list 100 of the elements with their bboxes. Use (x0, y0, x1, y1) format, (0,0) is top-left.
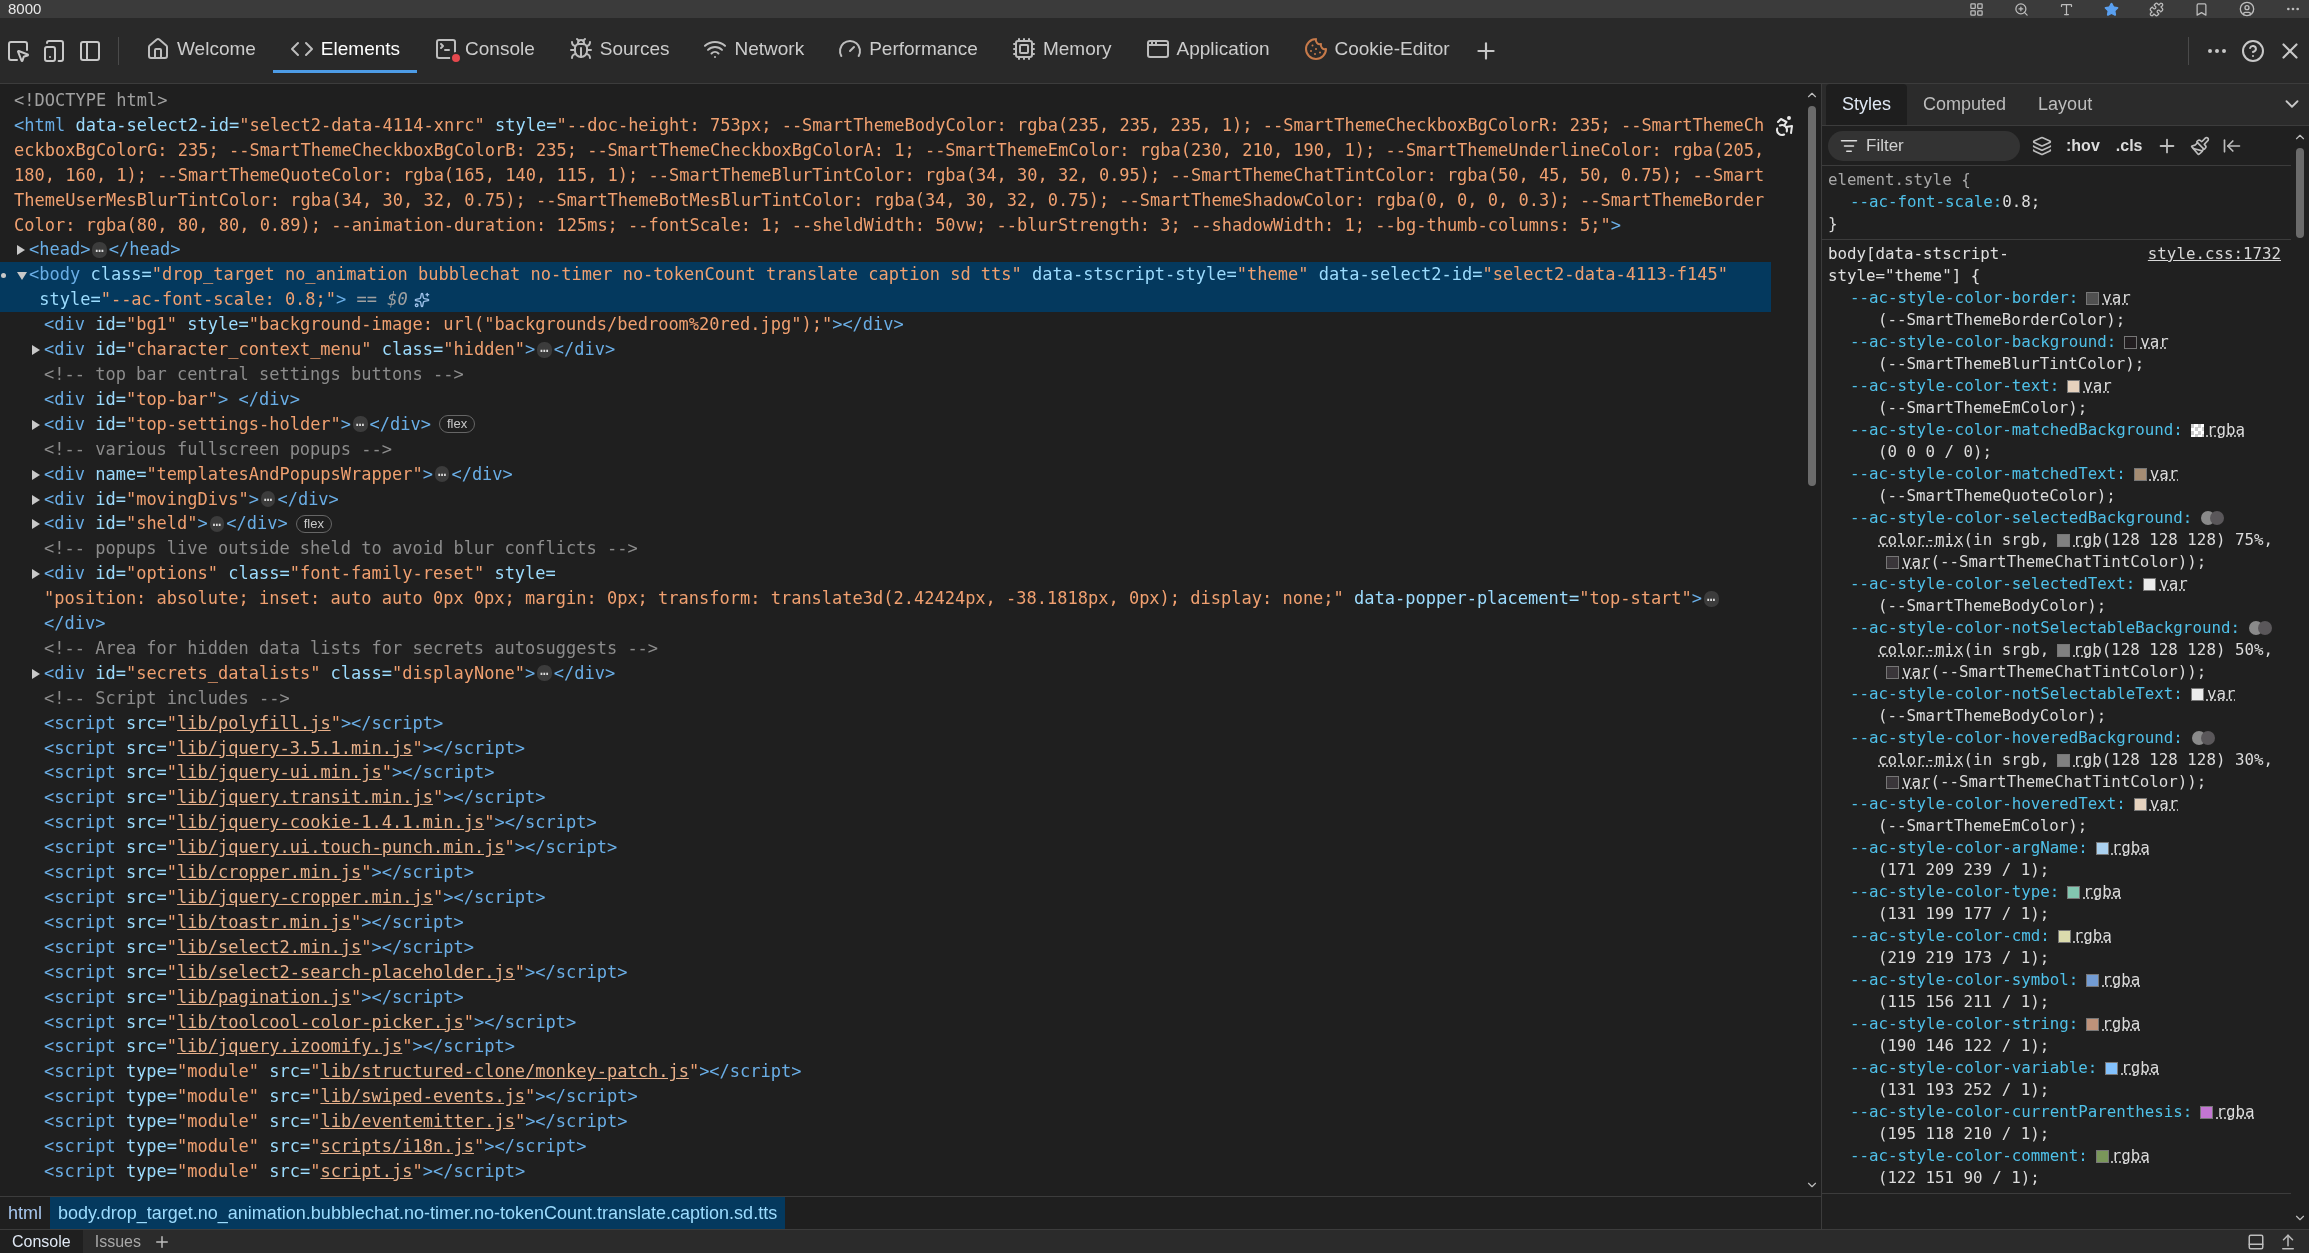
color-swatch[interactable] (2057, 753, 2071, 767)
source-link[interactable]: scripts/i18n.js (320, 1134, 474, 1159)
color-mix-icon[interactable] (2190, 730, 2217, 746)
dom-tree-row[interactable]: <script src="lib/polyfill.js"></script> (0, 710, 1771, 736)
address-text[interactable]: 8000 (8, 0, 42, 18)
paintbrush-icon[interactable] (2190, 135, 2211, 156)
dom-tree-row[interactable]: <script src="lib/jquery.ui.touch-punch.min.js"></script> (0, 835, 1771, 861)
devtools-tab[interactable]: Console (417, 28, 552, 73)
source-link[interactable]: lib/select2-search-placeholder.js (177, 959, 515, 985)
dom-tree-row[interactable]: <script src="lib/select2.min.js"></script> (0, 934, 1771, 960)
dom-tree-row[interactable] (0, 262, 1771, 313)
dom-tree-row[interactable]: <script type="module" src="scripts/i18n.js"></script> (0, 1134, 1771, 1159)
source-link[interactable]: lib/structured-clone/monkey-patch.js (320, 1059, 689, 1085)
source-link[interactable]: lib/swiped-events.js (320, 1084, 526, 1110)
dom-tree-row[interactable]: <!-- various fullscreen popups --> (0, 436, 1771, 462)
star-icon[interactable] (2104, 1, 2119, 17)
drawer-tab[interactable]: Console (0, 1229, 83, 1253)
layers-icon[interactable] (2032, 135, 2052, 156)
source-link[interactable]: script.js (320, 1158, 413, 1184)
read-aloud-icon[interactable] (2059, 1, 2074, 17)
dom-tree-row[interactable]: <script type="module" src="script.js"></script> (0, 1158, 1771, 1184)
expand-arrow-icon[interactable] (32, 668, 40, 679)
expand-arrow-icon[interactable] (32, 345, 40, 356)
color-swatch[interactable] (2086, 1017, 2100, 1031)
devtools-tab[interactable]: Welcome (129, 28, 273, 73)
dom-tree-row[interactable]: <!-- Script includes --> (0, 685, 1771, 711)
color-swatch[interactable] (1886, 555, 1899, 569)
color-mix-icon[interactable] (2200, 510, 2227, 526)
drawer-tab[interactable]: Issues (82, 1229, 153, 1253)
dock-icon[interactable] (2247, 1232, 2265, 1251)
expand-arrow-icon[interactable] (32, 469, 40, 480)
color-swatch[interactable] (2095, 1149, 2109, 1163)
sparkle-icon[interactable] (413, 291, 430, 308)
dom-tree-row[interactable]: <script type="module" src="lib/swiped-events.js"></script> (0, 1084, 1771, 1110)
dom-tree-row[interactable]: <script src="lib/jquery.transit.min.js"></script> (0, 785, 1771, 811)
devtools-tab[interactable]: Elements (272, 28, 418, 73)
scrollbar-thumb[interactable] (1808, 106, 1816, 486)
color-swatch[interactable] (2105, 1061, 2119, 1075)
color-swatch[interactable] (2086, 291, 2100, 305)
source-link[interactable]: lib/cropper.min.js (177, 860, 362, 885)
dom-tree-row[interactable]: <script src="lib/jquery-ui.min.js"></script> (0, 760, 1771, 786)
bookmark-icon[interactable] (2194, 1, 2209, 17)
color-swatch[interactable] (1886, 775, 1899, 789)
collapse-arrow-icon[interactable] (17, 272, 27, 281)
source-link[interactable]: lib/jquery-cropper.min.js (177, 885, 433, 910)
source-link[interactable]: lib/toolcool-color-picker.js (177, 1009, 464, 1035)
color-swatch[interactable] (2057, 929, 2071, 943)
source-link[interactable]: lib/jquery-ui.min.js (177, 760, 382, 786)
source-link[interactable]: lib/toastr.min.js (177, 909, 352, 935)
source-link[interactable]: lib/eventemitter.js (320, 1109, 515, 1135)
source-link[interactable]: lib/polyfill.js (177, 710, 331, 736)
source-link[interactable]: lib/pagination.js (177, 984, 352, 1010)
dom-tree-row[interactable]: <!-- Area for hidden data lists for secrets autosuggests --> (0, 635, 1771, 661)
styles-pane-tab[interactable]: Styles (1826, 84, 1908, 125)
color-swatch[interactable] (2057, 643, 2071, 657)
color-swatch[interactable] (2133, 467, 2147, 481)
devtools-tab[interactable]: Memory (994, 28, 1129, 73)
devtools-tab[interactable]: Sources (551, 28, 687, 73)
devtools-tab[interactable]: Network (686, 28, 822, 73)
dom-tree-row[interactable]: <div id="secrets_datalists" class="displayNone"> ⋯ </div> (0, 660, 1771, 686)
color-mix-icon[interactable] (2247, 620, 2274, 636)
dom-tree-row[interactable]: <div id="top-settings-holder"> ⋯ </div> flex (0, 411, 1771, 437)
source-link[interactable]: lib/jquery.izoomify.js (177, 1034, 403, 1060)
profile-avatar-icon[interactable] (2239, 1, 2255, 17)
dom-tree-row[interactable]: <script type="module" src="lib/eventemitter.js"></script> (0, 1109, 1771, 1135)
source-link[interactable]: lib/jquery-cookie-1.4.1.min.js (177, 810, 485, 836)
breadcrumb[interactable]: html (0, 1196, 50, 1230)
dom-tree-row[interactable]: <script src="lib/select2-search-placeholder.js"></script> (0, 959, 1771, 985)
dom-tree-row[interactable]: <div name="templatesAndPopupsWrapper"> ⋯ </div> (0, 461, 1771, 487)
zoom-icon[interactable] (2014, 1, 2029, 17)
dom-tree-row[interactable]: <!-- popups live outside sheld to avoid blur conflicts --> (0, 536, 1771, 562)
filter-field[interactable]: Filter (1828, 130, 2020, 161)
styles-pane-tab[interactable]: Computed (1907, 84, 2023, 125)
color-swatch[interactable] (2133, 797, 2147, 811)
expand-drawer-icon[interactable] (2279, 1232, 2297, 1251)
expand-ellipsis-button[interactable]: ⋯ (434, 466, 450, 483)
color-swatch[interactable] (2124, 335, 2138, 349)
dom-tree-row[interactable]: <div id="bg1" style="background-image: url("backgrounds/bedroom%20red.jpg");"></div> (0, 312, 1771, 338)
source-link[interactable]: lib/jquery.transit.min.js (177, 785, 433, 811)
color-swatch[interactable] (2067, 379, 2081, 393)
expand-arrow-icon[interactable] (32, 494, 40, 505)
source-link[interactable]: lib/select2.min.js (177, 934, 362, 960)
expand-ellipsis-button[interactable]: ⋯ (209, 515, 225, 532)
expand-ellipsis-button[interactable]: ⋯ (92, 241, 107, 258)
dom-tree-row[interactable]: <script src="lib/jquery-3.5.1.min.js"></script> (0, 735, 1771, 761)
dom-tree-row[interactable]: <script src="lib/cropper.min.js"></script> (0, 860, 1771, 885)
color-swatch[interactable] (2067, 885, 2081, 899)
devtools-tab[interactable]: Application (1128, 28, 1287, 73)
dom-tree-row[interactable]: <script src="lib/jquery.izoomify.js"></script> (0, 1034, 1771, 1060)
dom-tree-row[interactable]: <script src="lib/jquery-cookie-1.4.1.min.js"></script> (0, 810, 1771, 836)
source-link[interactable]: lib/jquery-3.5.1.min.js (177, 735, 413, 761)
dom-tree-row[interactable]: <script type="module" src="lib/structured-clone/monkey-patch.js"></script> (0, 1059, 1771, 1085)
dom-tree-row[interactable]: <div id="sheld"> ⋯ </div> flex (0, 511, 1771, 537)
devtools-tab[interactable]: Performance (821, 28, 995, 73)
color-swatch[interactable] (2057, 533, 2071, 547)
dom-tree-row[interactable]: <!-- top bar central settings buttons --> (0, 361, 1771, 387)
dom-tree-row[interactable]: <div id="character_context_menu" class="hidden"> ⋯ </div> (0, 337, 1771, 362)
expand-arrow-icon[interactable] (32, 569, 40, 580)
pseudo-state-button[interactable]: .cls (2113, 136, 2145, 155)
color-swatch[interactable] (1886, 665, 1899, 679)
